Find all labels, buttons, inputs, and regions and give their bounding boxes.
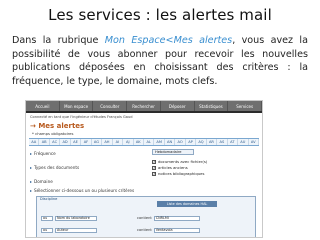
alpha-tab[interactable]: AN bbox=[165, 139, 176, 145]
checkbox-notices[interactable]: notices bibliographiques bbox=[152, 171, 205, 176]
alpha-tab[interactable]: AS bbox=[217, 139, 228, 145]
criteria-value-input[interactable]: CNRLMI bbox=[153, 215, 200, 221]
checkbox-articles[interactable]: articles anciens bbox=[152, 165, 188, 170]
intro-highlight: Mon Espace<Mes alertes bbox=[104, 35, 233, 46]
embedded-screenshot: Accueil Mon espace Consulter Rechercher … bbox=[25, 100, 263, 238]
alpha-tab[interactable]: AJ bbox=[123, 139, 134, 145]
field-select[interactable]: Auteur bbox=[55, 227, 97, 233]
checkbox-icon[interactable] bbox=[152, 159, 156, 164]
login-status: Connecté en tant que l'ingénieur d'étude… bbox=[30, 115, 133, 119]
nav-mon-espace[interactable]: Mon espace bbox=[60, 101, 94, 111]
required-fields-note: * champs obligatoires bbox=[32, 131, 74, 136]
alphabet-bar: AA AB AC AD AE AF AG AH AI AJ AK AL AM A… bbox=[29, 138, 259, 146]
domaine-label: Domaine bbox=[34, 179, 53, 184]
nav-deposer[interactable]: Déposer bbox=[161, 101, 195, 111]
field-select[interactable]: Nom du laboratoire bbox=[55, 215, 97, 221]
nav-rechercher[interactable]: Rechercher bbox=[127, 101, 161, 111]
intro-paragraph: Dans la rubrique Mon Espace<Mes alertes,… bbox=[12, 34, 308, 88]
nav-consulter[interactable]: Consulter bbox=[93, 101, 128, 111]
bullet-arrow-icon bbox=[30, 166, 32, 169]
bullet-arrow-icon bbox=[30, 180, 32, 183]
criteria-row: ou Auteur contient Ventavola bbox=[41, 227, 200, 233]
alpha-tab[interactable]: AK bbox=[134, 139, 144, 145]
alpha-tab[interactable]: AU bbox=[238, 139, 249, 145]
alpha-tab[interactable]: AR bbox=[207, 139, 218, 145]
alpha-tab[interactable]: AP bbox=[186, 139, 197, 145]
alpha-tab[interactable]: AQ bbox=[196, 139, 207, 145]
operator-select[interactable]: ou bbox=[41, 215, 53, 221]
criteria-hint: Sélectionner ci-dessous un ou plusieurs … bbox=[34, 188, 135, 193]
criteria-panel: Discipline Liste des domaines HAL ou Nom… bbox=[36, 196, 256, 237]
frequence-select[interactable]: Hebdomadaire bbox=[152, 149, 194, 155]
types-label: Types des documents bbox=[34, 165, 80, 170]
alpha-tab[interactable]: AA bbox=[29, 139, 40, 145]
alpha-tab[interactable]: AE bbox=[71, 139, 82, 145]
nav-accueil[interactable]: Accueil bbox=[26, 101, 60, 111]
frequence-row: Fréquence bbox=[30, 151, 56, 156]
alpha-tab[interactable]: AC bbox=[50, 139, 61, 145]
alpha-tab[interactable]: AF bbox=[81, 139, 92, 145]
criteria-list-button[interactable]: Liste des domaines HAL bbox=[157, 201, 217, 207]
domaine-row: Domaine bbox=[30, 179, 53, 184]
criteria-value-input[interactable]: Ventavola bbox=[153, 227, 200, 233]
alpha-tab[interactable]: AT bbox=[228, 139, 239, 145]
top-navigation: Accueil Mon espace Consulter Rechercher … bbox=[26, 101, 262, 113]
alpha-tab[interactable]: AB bbox=[39, 139, 50, 145]
nav-services[interactable]: Services bbox=[228, 101, 262, 111]
nav-statistiques[interactable]: Statistiques bbox=[195, 101, 229, 111]
frequence-label: Fréquence bbox=[34, 151, 56, 156]
comparator-label: contient bbox=[137, 228, 152, 232]
alpha-tab[interactable]: AD bbox=[60, 139, 71, 145]
alpha-tab[interactable]: AH bbox=[102, 139, 113, 145]
alpha-tab[interactable]: AM bbox=[154, 139, 165, 145]
intro-text-start: Dans la rubrique bbox=[12, 35, 105, 46]
checkbox-icon[interactable] bbox=[152, 171, 156, 176]
alpha-tab[interactable]: AV bbox=[249, 139, 259, 145]
checkbox-icon[interactable] bbox=[152, 165, 156, 170]
alpha-tab[interactable]: AG bbox=[92, 139, 103, 145]
alpha-tab[interactable]: AO bbox=[175, 139, 186, 145]
criteria-hint-row: Sélectionner ci-dessous un ou plusieurs … bbox=[30, 188, 134, 193]
criteria-row: ou Nom du laboratoire contient CNRLMI bbox=[41, 215, 200, 221]
page-title: → Mes alertes bbox=[26, 121, 262, 131]
alpha-tab[interactable]: AL bbox=[144, 139, 155, 145]
page-title-text: Mes alertes bbox=[38, 122, 85, 130]
bullet-arrow-icon bbox=[30, 152, 32, 155]
comparator-label: contient bbox=[137, 216, 152, 220]
alpha-tab[interactable]: AI bbox=[113, 139, 124, 145]
checkbox-documents[interactable]: documents avec fichier(s) bbox=[152, 159, 207, 164]
bullet-arrow-icon bbox=[30, 189, 32, 192]
operator-select[interactable]: ou bbox=[41, 227, 53, 233]
slide-title: Les services : les alertes mail bbox=[48, 6, 272, 24]
types-row: Types des documents bbox=[30, 165, 79, 170]
discipline-label: Discipline bbox=[40, 197, 58, 201]
